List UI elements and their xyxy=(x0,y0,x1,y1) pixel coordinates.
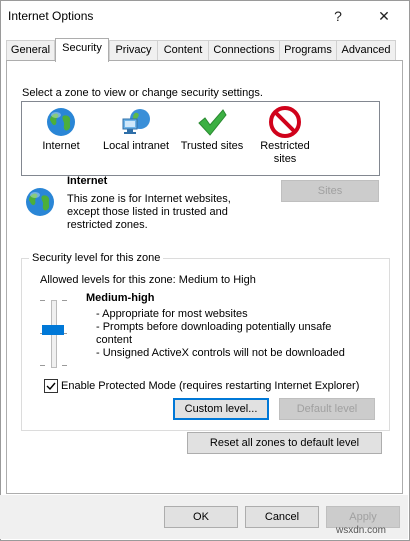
restricted-icon xyxy=(269,106,301,138)
zone-trusted-sites[interactable]: Trusted sites xyxy=(177,102,247,172)
allowed-levels-text: Allowed levels for this zone: Medium to … xyxy=(40,274,256,286)
globe-icon xyxy=(47,108,75,136)
zone-label: Trusted sites xyxy=(180,140,244,152)
zone-internet[interactable]: Internet xyxy=(30,102,92,172)
help-button[interactable]: ? xyxy=(324,4,352,28)
zone-restricted-sites[interactable]: Restricted sites xyxy=(252,102,318,172)
globe-icon xyxy=(26,188,54,216)
zone-prompt: Select a zone to view or change security… xyxy=(22,87,263,99)
level-bullet: - Appropriate for most websites xyxy=(96,308,248,320)
green-check-icon xyxy=(198,109,227,136)
zone-local-intranet[interactable]: Local intranet xyxy=(98,102,174,172)
protected-mode-label: Enable Protected Mode (requires restarti… xyxy=(61,380,360,392)
level-name: Medium-high xyxy=(86,292,155,304)
level-bullet: - Prompts before downloading potentially… xyxy=(96,321,332,346)
sites-button[interactable]: Sites xyxy=(281,180,379,202)
selected-zone-name: Internet xyxy=(67,175,108,187)
tab-strip: General Security Privacy Content Connect… xyxy=(6,38,402,62)
ok-button[interactable]: OK xyxy=(164,506,238,528)
selected-zone-description: This zone is for Internet websites, exce… xyxy=(67,193,231,231)
slider-thumb[interactable] xyxy=(42,325,64,335)
default-level-button[interactable]: Default level xyxy=(279,398,375,420)
tab-security[interactable]: Security xyxy=(55,38,109,62)
zone-label: Local intranet xyxy=(102,140,170,152)
tab-privacy[interactable]: Privacy xyxy=(109,40,158,60)
watermark: wsxdn.com xyxy=(336,525,387,536)
tab-advanced[interactable]: Advanced xyxy=(336,40,396,60)
checkmark-icon xyxy=(46,382,56,391)
slider-tick xyxy=(62,300,67,301)
slider-tick xyxy=(40,365,45,366)
tab-connections[interactable]: Connections xyxy=(208,40,280,60)
zone-label: Restricted sites xyxy=(260,140,310,165)
window-title: Internet Options xyxy=(8,9,94,23)
protected-mode-checkbox[interactable] xyxy=(44,379,58,393)
close-button[interactable]: ✕ xyxy=(370,4,398,28)
zone-label: Internet xyxy=(42,140,80,152)
network-computer-icon xyxy=(122,109,150,134)
cancel-button[interactable]: Cancel xyxy=(245,506,319,528)
zone-list: Internet Local intranet Trusted sites Re… xyxy=(21,101,380,176)
slider-tick xyxy=(40,300,45,301)
tab-content[interactable]: Content xyxy=(157,40,209,60)
tab-programs[interactable]: Programs xyxy=(279,40,337,60)
level-bullet: - Unsigned ActiveX controls will not be … xyxy=(96,347,345,359)
security-level-legend: Security level for this zone xyxy=(29,252,164,264)
reset-all-zones-button[interactable]: Reset all zones to default level xyxy=(187,432,382,454)
tab-general[interactable]: General xyxy=(6,40,55,60)
slider-tick xyxy=(62,365,67,366)
custom-level-button[interactable]: Custom level... xyxy=(173,398,269,420)
